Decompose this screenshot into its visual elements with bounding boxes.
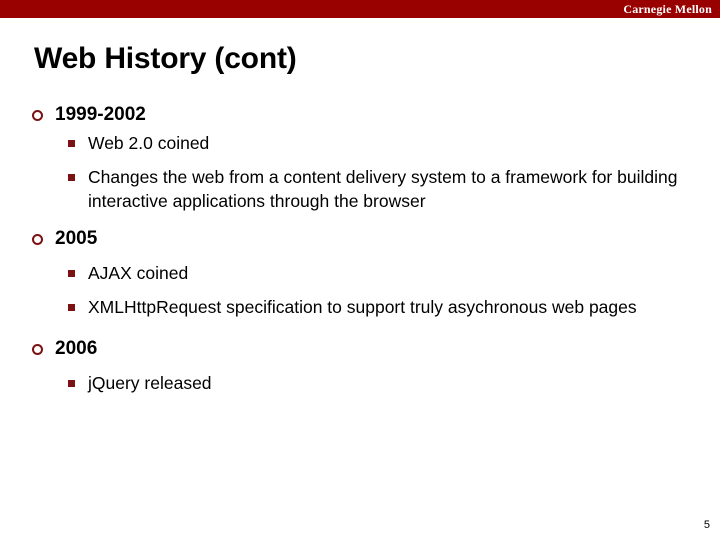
bullet-level2-label: Web 2.0 coined [88, 133, 210, 153]
bullet-level1: 2005 [0, 227, 720, 251]
filled-square-bullet-icon [68, 380, 75, 387]
slide: Carnegie Mellon Web History (cont) 1999-… [0, 0, 720, 540]
filled-square-bullet-icon [68, 174, 75, 181]
bullet-level1: 2006 [0, 337, 720, 361]
bullet-level2-label: AJAX coined [88, 263, 189, 283]
filled-square-bullet-icon [68, 140, 75, 147]
bullet-level2-list: AJAX coined XMLHttpRequest specification… [0, 261, 720, 319]
bullet-level2: jQuery released [0, 371, 720, 395]
header-bar: Carnegie Mellon [0, 0, 720, 18]
bullet-level2-label: Changes the web from a content delivery … [88, 167, 678, 211]
bullet-group: 2005 AJAX coined XMLHttpRequest specific… [0, 227, 720, 319]
bullet-level1: 1999-2002 [0, 103, 720, 127]
filled-square-bullet-icon [68, 304, 75, 311]
page-number: 5 [703, 519, 710, 531]
bullet-level2: AJAX coined [0, 261, 720, 285]
filled-square-bullet-icon [68, 270, 75, 277]
bullet-level2-label: XMLHttpRequest specification to support … [88, 297, 637, 317]
bullet-level2-list: Web 2.0 coined Changes the web from a co… [0, 131, 720, 213]
bullet-level2: Changes the web from a content delivery … [0, 165, 720, 213]
bullet-level1-label: 2006 [55, 338, 98, 359]
carnegie-mellon-wordmark: Carnegie Mellon [623, 2, 712, 16]
bullet-level1-label: 2005 [55, 228, 98, 249]
bullet-level2: Web 2.0 coined [0, 131, 720, 155]
slide-body: 1999-2002 Web 2.0 coined Changes the web… [0, 103, 720, 395]
bullet-group: 1999-2002 Web 2.0 coined Changes the web… [0, 103, 720, 213]
hollow-circle-bullet-icon [32, 344, 43, 355]
page-title: Web History (cont) [34, 42, 297, 75]
bullet-level1-label: 1999-2002 [55, 104, 146, 125]
bullet-level2-list: jQuery released [0, 371, 720, 395]
bullet-level2-label: jQuery released [88, 373, 212, 393]
hollow-circle-bullet-icon [32, 110, 43, 121]
hollow-circle-bullet-icon [32, 234, 43, 245]
bullet-group: 2006 jQuery released [0, 337, 720, 395]
bullet-level2: XMLHttpRequest specification to support … [0, 295, 720, 319]
